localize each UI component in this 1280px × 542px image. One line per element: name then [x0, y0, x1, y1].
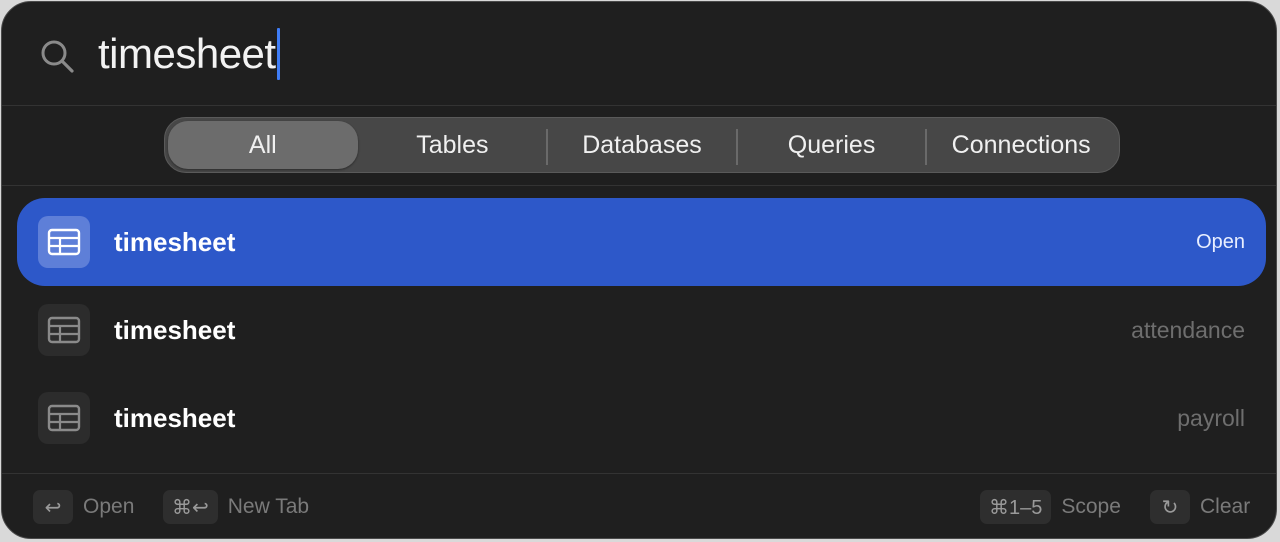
- tab-label: All: [248, 130, 277, 159]
- table-icon: [38, 304, 90, 356]
- tab-divider: [925, 129, 928, 165]
- hint-label: New Tab: [227, 495, 310, 518]
- result-database: attendance: [1131, 316, 1245, 343]
- tab-databases[interactable]: Databases: [546, 121, 737, 169]
- shortcut-footer: ↩ Open ⌘↩ New Tab ⌘1–5 Scope ↻ Clear: [2, 473, 1276, 538]
- clear-icon: ↻: [1150, 490, 1190, 524]
- result-database: payroll: [1177, 404, 1245, 431]
- search-icon: [39, 38, 75, 74]
- tab-label: Tables: [416, 130, 489, 159]
- scope-segmented-control: All Tables Databases Queries Connections: [164, 117, 1120, 173]
- hint-label: Scope: [1061, 495, 1121, 518]
- quick-switcher-panel: timesheet All Tables Databases Queries C…: [1, 1, 1277, 539]
- scope-tabs-row: All Tables Databases Queries Connections: [2, 106, 1276, 186]
- search-bar: timesheet: [2, 2, 1276, 106]
- table-icon: [38, 392, 90, 444]
- hint-scope: ⌘1–5 Scope: [980, 489, 1121, 525]
- tab-queries[interactable]: Queries: [735, 121, 927, 169]
- hint-open: ↩ Open: [33, 489, 134, 525]
- tab-label: Connections: [951, 130, 1091, 159]
- search-input[interactable]: timesheet: [98, 24, 280, 84]
- return-key-icon: ↩: [33, 490, 73, 524]
- tab-label: Databases: [582, 130, 702, 159]
- table-icon: [38, 216, 90, 268]
- tab-tables[interactable]: Tables: [358, 121, 548, 169]
- result-title: timesheet: [114, 226, 236, 257]
- hint-label: Open: [83, 495, 135, 518]
- result-action-open: Open: [1196, 230, 1245, 253]
- result-title: timesheet: [114, 402, 236, 433]
- search-input-value: timesheet: [98, 30, 276, 77]
- hint-clear[interactable]: ↻ Clear: [1150, 489, 1250, 525]
- results-list: timesheet Open timesheet attendance time…: [17, 198, 1266, 462]
- tab-connections[interactable]: Connections: [925, 121, 1116, 169]
- result-row[interactable]: timesheet payroll: [17, 374, 1266, 462]
- result-row[interactable]: timesheet attendance: [17, 286, 1266, 374]
- hint-new-tab: ⌘↩ New Tab: [163, 489, 309, 525]
- hint-label: Clear: [1200, 495, 1251, 518]
- tab-divider: [735, 129, 738, 165]
- result-title: timesheet: [114, 314, 236, 345]
- tab-all[interactable]: All: [168, 121, 358, 169]
- result-row[interactable]: timesheet Open: [17, 198, 1266, 286]
- command-return-key-icon: ⌘↩: [163, 490, 218, 524]
- text-caret: [276, 28, 280, 80]
- command-number-key-icon: ⌘1–5: [980, 490, 1052, 524]
- tab-divider: [546, 129, 549, 165]
- tab-label: Queries: [787, 130, 876, 159]
